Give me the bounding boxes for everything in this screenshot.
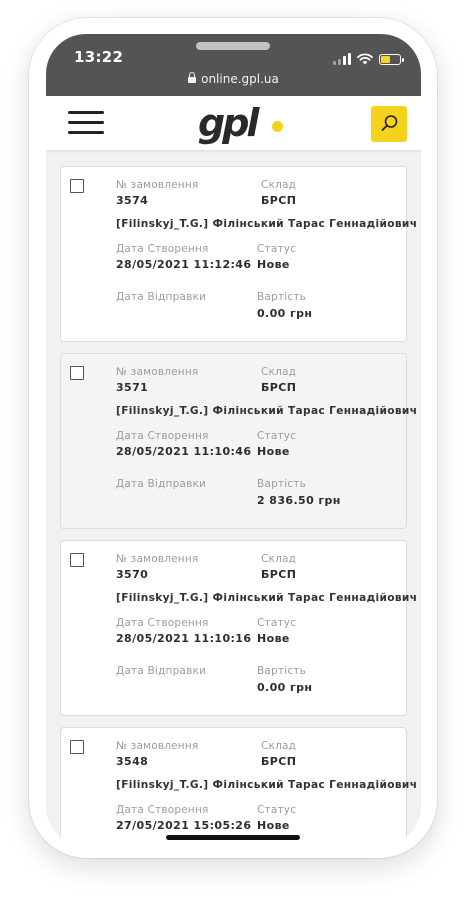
created-date: 28/05/2021 11:10:16 xyxy=(116,632,252,645)
order-card[interactable]: № замовлення 3570 Склад БРСП [Filinskyj_… xyxy=(60,540,417,716)
created-date-label: Дата Створення xyxy=(116,430,209,442)
created-date: 28/05/2021 11:10:46 xyxy=(116,445,252,458)
created-date-label: Дата Створення xyxy=(116,243,209,255)
cost-label: Вартість xyxy=(257,665,307,677)
status-label: Статус xyxy=(257,430,297,442)
cost-value: 0.00 грн xyxy=(257,681,313,694)
search-button[interactable] xyxy=(371,106,407,142)
signal-icon xyxy=(333,53,351,65)
search-icon xyxy=(381,115,398,131)
orders-list[interactable]: № замовлення 3574 Склад БРСП [Filinskyj_… xyxy=(46,150,421,846)
speaker-notch xyxy=(196,42,270,50)
lock-icon xyxy=(188,71,197,84)
status-bar: 13:22 online.gpl.ua xyxy=(46,34,421,96)
ship-date-label: Дата Відправки xyxy=(116,478,207,490)
customer-name: [Filinskyj_T.G.] Філінський Тарас Геннад… xyxy=(116,218,418,230)
order-number: 3570 xyxy=(116,568,149,581)
status-label: Статус xyxy=(257,617,297,629)
order-number: 3571 xyxy=(116,381,149,394)
order-card[interactable]: № замовлення 3574 Склад БРСП [Filinskyj_… xyxy=(60,166,417,342)
warehouse-value: БРСП xyxy=(261,755,297,768)
wifi-icon xyxy=(357,53,373,65)
app-header: gpl xyxy=(46,96,421,150)
order-number-label: № замовлення xyxy=(116,179,199,191)
created-date: 27/05/2021 15:05:26 xyxy=(116,819,252,832)
warehouse-value: БРСП xyxy=(261,568,297,581)
warehouse-value: БРСП xyxy=(261,194,297,207)
cost-value: 2 836.50 грн xyxy=(257,494,341,507)
created-date: 28/05/2021 11:12:46 xyxy=(116,258,252,271)
order-checkbox[interactable] xyxy=(70,366,84,380)
created-date-label: Дата Створення xyxy=(116,804,209,816)
warehouse-value: БРСП xyxy=(261,381,297,394)
status-icons xyxy=(333,52,404,66)
warehouse-label: Склад xyxy=(261,366,297,378)
order-number: 3574 xyxy=(116,194,149,207)
order-card[interactable]: № замовлення 3548 Склад БРСП [Filinskyj_… xyxy=(60,727,417,846)
gpl-logo[interactable]: gpl xyxy=(198,101,259,145)
order-checkbox[interactable] xyxy=(70,553,84,567)
hamburger-menu-button[interactable] xyxy=(68,109,106,137)
status-value: Нове xyxy=(257,445,290,458)
phone-screen: 13:22 online.gpl.ua gpl № замовлення 357… xyxy=(46,34,421,846)
url-text: online.gpl.ua xyxy=(201,72,279,86)
ship-date-label: Дата Відправки xyxy=(116,665,207,677)
customer-name: [Filinskyj_T.G.] Філінський Тарас Геннад… xyxy=(116,592,418,604)
battery-icon xyxy=(379,53,404,65)
order-number-label: № замовлення xyxy=(116,740,199,752)
order-number-label: № замовлення xyxy=(116,366,199,378)
status-value: Нове xyxy=(257,632,290,645)
status-value: Нове xyxy=(257,819,290,832)
order-number: 3548 xyxy=(116,755,149,768)
warehouse-label: Склад xyxy=(261,740,297,752)
status-value: Нове xyxy=(257,258,290,271)
customer-name: [Filinskyj_T.G.] Філінський Тарас Геннад… xyxy=(116,779,418,791)
ship-date-label: Дата Відправки xyxy=(116,291,207,303)
cost-label: Вартість xyxy=(257,478,307,490)
home-indicator[interactable] xyxy=(166,835,300,840)
address-bar[interactable]: online.gpl.ua xyxy=(46,71,421,86)
status-time: 13:22 xyxy=(74,48,124,66)
status-label: Статус xyxy=(257,243,297,255)
order-checkbox[interactable] xyxy=(70,740,84,754)
customer-name: [Filinskyj_T.G.] Філінський Тарас Геннад… xyxy=(116,405,418,417)
status-label: Статус xyxy=(257,804,297,816)
order-card[interactable]: № замовлення 3571 Склад БРСП [Filinskyj_… xyxy=(60,353,417,529)
cost-value: 0.00 грн xyxy=(257,307,313,320)
logo-dot xyxy=(272,121,283,132)
cost-label: Вартість xyxy=(257,291,307,303)
order-number-label: № замовлення xyxy=(116,553,199,565)
order-checkbox[interactable] xyxy=(70,179,84,193)
warehouse-label: Склад xyxy=(261,553,297,565)
created-date-label: Дата Створення xyxy=(116,617,209,629)
warehouse-label: Склад xyxy=(261,179,297,191)
